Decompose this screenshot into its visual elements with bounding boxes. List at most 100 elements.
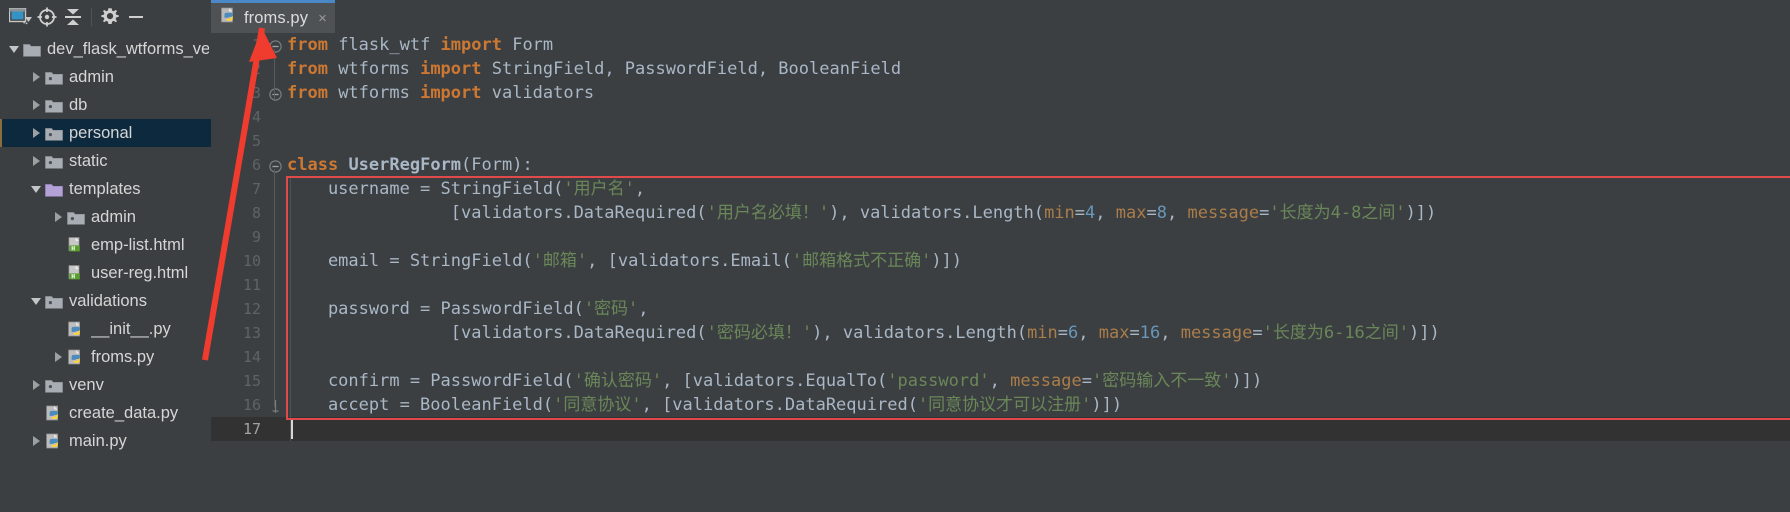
code-token: '长度为4-8之间' — [1269, 203, 1406, 223]
chevron-down-icon[interactable] — [6, 44, 22, 55]
code-token: min — [1044, 203, 1075, 223]
chevron-right-icon[interactable] — [50, 351, 66, 363]
fold-collapse-icon[interactable] — [269, 86, 282, 101]
chevron-right-icon[interactable] — [28, 71, 44, 83]
code-token: password = PasswordField( — [287, 299, 584, 319]
chevron-right-icon[interactable] — [28, 127, 44, 139]
line-number: 11 — [242, 276, 261, 294]
line-number: 13 — [242, 324, 261, 342]
code-token: '同意协议' — [553, 395, 642, 415]
gear-icon[interactable] — [97, 4, 123, 30]
tree-item-personal[interactable]: personal — [0, 119, 211, 147]
tree-item-db[interactable]: db — [0, 91, 211, 119]
tree-item-admin[interactable]: admin — [0, 203, 211, 231]
code-token: , — [638, 299, 649, 319]
code-line[interactable]: [validators.DataRequired('用户名必填！'), vali… — [287, 201, 1790, 225]
code-line[interactable]: email = StringField('邮箱', [validators.Em… — [287, 249, 1790, 273]
tree-item-label: create_data.py — [69, 403, 179, 422]
chevron-down-icon[interactable] — [28, 184, 44, 195]
project-view-selector[interactable] — [8, 4, 34, 30]
code-token: message — [1180, 323, 1253, 343]
top-bar: froms.py × — [0, 0, 1790, 33]
code-token: )]) — [1091, 395, 1123, 415]
code-token: , [validators.EqualTo( — [662, 371, 888, 391]
tree-item-label: personal — [69, 123, 133, 142]
project-tree[interactable]: dev_flask_wtforms_ve admin db personal stati… — [0, 33, 211, 512]
tree-item-label: templates — [69, 179, 141, 198]
chevron-right-icon[interactable] — [28, 379, 44, 391]
code-token: from — [287, 59, 328, 79]
code-line[interactable]: confirm = PasswordField('确认密码', [validat… — [287, 369, 1790, 393]
tree-item-label: froms.py — [91, 347, 155, 366]
code-line[interactable]: from wtforms import StringField, Passwor… — [287, 57, 1790, 81]
code-token: = — [1259, 203, 1270, 223]
code-area[interactable]: from flask_wtf import Form from wtforms i… — [287, 33, 1790, 512]
code-line[interactable]: from wtforms import validators — [287, 81, 1790, 105]
code-line[interactable]: accept = BooleanField('同意协议', [validator… — [287, 393, 1790, 417]
code-line[interactable]: username = StringField('用户名', — [287, 177, 1790, 201]
tree-item-admin[interactable]: admin — [0, 63, 211, 91]
tab-froms-py[interactable]: froms.py × — [211, 0, 335, 33]
folder-src-icon — [44, 126, 64, 141]
collapse-all-icon[interactable] — [60, 4, 86, 30]
code-token: '长度为6-16之间' — [1262, 323, 1410, 343]
tree-item-create-data-py[interactable]: create_data.py — [0, 399, 211, 427]
code-token: , — [989, 371, 1011, 391]
tree-item-dev-flask-wtforms-ve[interactable]: dev_flask_wtforms_ve — [0, 35, 211, 63]
code-token: from — [287, 83, 328, 103]
code-line[interactable]: class UserRegForm(Form): — [287, 153, 1790, 177]
code-line[interactable] — [287, 345, 1790, 369]
code-line[interactable] — [287, 129, 1790, 153]
minus-icon[interactable] — [123, 4, 149, 30]
chevron-right-icon[interactable] — [28, 155, 44, 167]
line-number: 15 — [242, 372, 261, 390]
tree-item-venv[interactable]: venv — [0, 371, 211, 399]
code-token: = — [1057, 323, 1069, 343]
code-line[interactable]: [validators.DataRequired('密码必填！'), valid… — [287, 321, 1790, 345]
tree-item-emp-list-html[interactable]: Hemp-list.html — [0, 231, 211, 259]
tree-item-static[interactable]: static — [0, 147, 211, 175]
code-token: , — [634, 179, 646, 199]
code-token: StringField, PasswordField, BooleanField — [481, 59, 902, 79]
project-toolbar — [0, 0, 211, 33]
chevron-right-icon[interactable] — [28, 435, 44, 447]
folder-src-icon — [44, 154, 64, 169]
tab-label: froms.py — [244, 8, 309, 27]
code-line[interactable] — [287, 225, 1790, 249]
fold-collapse-icon[interactable] — [269, 38, 282, 53]
folder-src-icon — [44, 70, 64, 85]
code-token: '密码' — [583, 299, 639, 319]
locate-file-icon[interactable] — [34, 4, 60, 30]
code-line[interactable] — [287, 417, 1790, 441]
tree-item-label: db — [69, 95, 88, 114]
fold-marker-icon[interactable] — [269, 398, 282, 413]
tree-item-froms-py[interactable]: froms.py — [0, 343, 211, 371]
code-token: '邮箱' — [532, 251, 588, 271]
tree-item-main-py[interactable]: main.py — [0, 427, 211, 455]
tree-item-templates[interactable]: templates — [0, 175, 211, 203]
chevron-down-icon[interactable] — [28, 296, 44, 307]
code-token: [validators.DataRequired( — [287, 323, 707, 343]
code-line[interactable] — [287, 105, 1790, 129]
code-token: = — [1081, 371, 1092, 391]
tree-item--init-py[interactable]: __init__.py — [0, 315, 211, 343]
close-icon[interactable]: × — [318, 11, 327, 26]
tree-item-label: validations — [69, 291, 147, 310]
fold-collapse-icon[interactable] — [269, 158, 282, 173]
tree-item-user-reg-html[interactable]: Huser-reg.html — [0, 259, 211, 287]
code-token: '用户名' — [563, 179, 635, 199]
code-line[interactable] — [287, 273, 1790, 297]
line-number: 12 — [242, 300, 261, 318]
pycharm-window: froms.py × dev_flask_wtforms_ve admin db pe… — [0, 0, 1790, 512]
chevron-right-icon[interactable] — [28, 99, 44, 111]
code-editor[interactable]: 1 2 3 4 5 6 7 8 9 10 11 12 13 14 15 16 17 from flask_wtf… — [211, 33, 1790, 512]
fold-region-line — [274, 49, 275, 99]
code-line[interactable]: password = PasswordField('密码', — [287, 297, 1790, 321]
code-line[interactable]: from flask_wtf import Form — [287, 33, 1790, 57]
code-token: max — [1098, 323, 1130, 343]
tree-item-validations[interactable]: validations — [0, 287, 211, 315]
code-token: , — [1166, 203, 1188, 223]
chevron-right-icon[interactable] — [50, 211, 66, 223]
code-token: , [validators.DataRequired( — [641, 395, 918, 415]
